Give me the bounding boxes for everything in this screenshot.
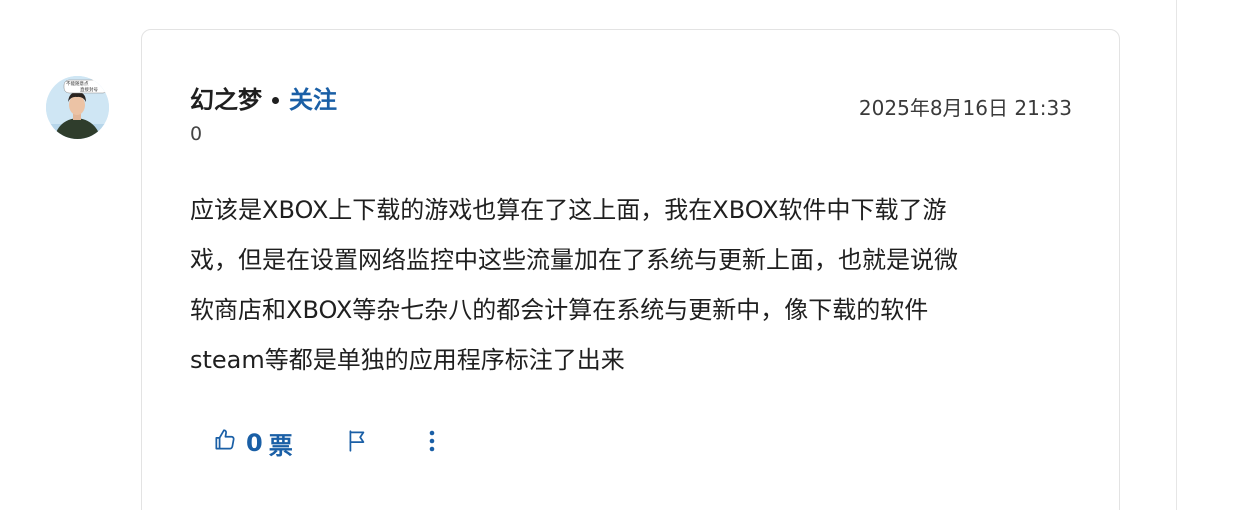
author-name[interactable]: 幻之梦 [190, 84, 262, 116]
separator-dot [272, 96, 279, 104]
answer-line: steam等都是单独的应用程序标注了出来 [190, 346, 625, 374]
flag-icon [345, 428, 371, 458]
thumbs-up-icon [212, 427, 246, 459]
avatar-caption-2: 直接封号 [80, 86, 98, 93]
action-bar: 0 票 [212, 425, 437, 461]
more-options-button[interactable] [427, 428, 437, 458]
page: 不能随意点 直接封号 幻之梦 关注 0 2025年8月16日 21:33 应该是… [0, 0, 1255, 510]
vote-label: 票 [268, 431, 293, 460]
post-timestamp: 2025年8月16日 21:33 [858, 96, 1072, 120]
answer-line: 戏，但是在设置网络监控中这些流量加在了系统与更新上面，也就是说微 [190, 246, 958, 274]
vote-button[interactable]: 0 票 [212, 426, 293, 461]
answer-body: 应该是XBOX上下载的游戏也算在了这上面，我在XBOX软件中下载了游 戏，但是在… [190, 185, 1090, 385]
author-row: 幻之梦 关注 [190, 84, 337, 116]
follow-link[interactable]: 关注 [289, 84, 337, 116]
avatar[interactable]: 不能随意点 直接封号 [46, 76, 109, 139]
vote-count: 0 [246, 429, 263, 457]
more-vertical-icon [427, 428, 437, 458]
avatar-image: 不能随意点 直接封号 [46, 76, 109, 139]
answer-line: 应该是XBOX上下载的游戏也算在了这上面，我在XBOX软件中下载了游 [190, 196, 947, 224]
column-divider [1176, 0, 1177, 510]
report-button[interactable] [345, 428, 371, 458]
avatar-caption-1: 不能随意点 [66, 80, 89, 87]
answer-line: 软商店和XBOX等杂七杂八的都会计算在系统与更新中，像下载的软件 [190, 296, 929, 324]
answer-card: 幻之梦 关注 0 2025年8月16日 21:33 应该是XBOX上下载的游戏也… [141, 29, 1120, 510]
reputation-points: 0 [190, 123, 203, 145]
